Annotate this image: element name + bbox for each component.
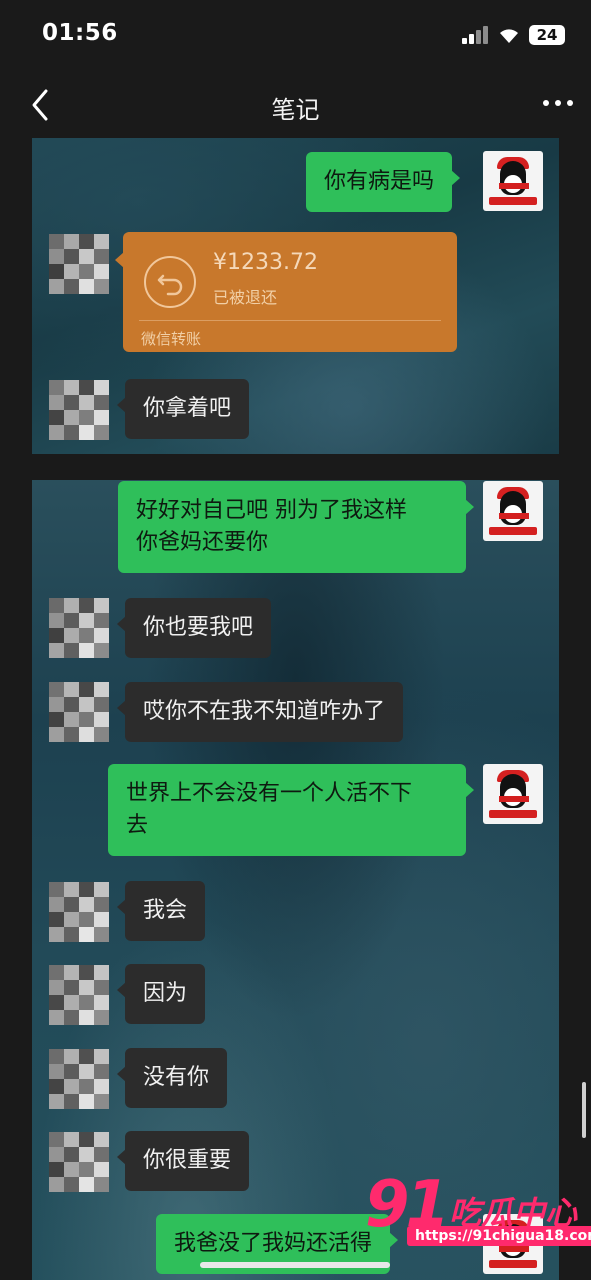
transfer-status: 已被退还	[213, 288, 278, 307]
message-bubble-received: 你很重要	[116, 1131, 250, 1191]
message-bubble-received: 你拿着吧	[116, 379, 250, 439]
contact-avatar[interactable]	[49, 380, 109, 440]
transfer-amount: ¥1233.72	[213, 250, 318, 275]
message-bubble-received: 哎你不在我不知道咋办了	[116, 682, 404, 742]
signal-icon	[462, 26, 490, 44]
contact-avatar[interactable]	[49, 234, 109, 294]
message-bubble-received: 因为	[116, 964, 206, 1024]
transfer-card[interactable]: ¥1233.72 已被退还 微信转账	[115, 232, 457, 352]
contact-avatar[interactable]	[49, 682, 109, 742]
page-title: 笔记	[271, 96, 320, 124]
message-bubble-received: 我会	[116, 881, 206, 941]
chat-screenshot-2	[32, 480, 559, 1280]
message-bubble-sent: 你有病是吗	[306, 152, 461, 212]
contact-avatar[interactable]	[49, 882, 109, 942]
contact-avatar[interactable]	[49, 965, 109, 1025]
self-avatar[interactable]	[483, 151, 543, 211]
watermark-logo: 91 吃瓜中心 https://91chigua18.com	[365, 1168, 591, 1278]
home-indicator[interactable]	[200, 1262, 390, 1268]
message-bubble-received: 你也要我吧	[116, 598, 272, 658]
scrollbar[interactable]	[582, 1082, 586, 1138]
divider	[139, 320, 441, 321]
battery-icon: 24	[529, 25, 565, 45]
transfer-label: 微信转账	[141, 330, 202, 348]
more-icon[interactable]	[543, 98, 575, 110]
self-avatar[interactable]	[483, 481, 543, 541]
message-bubble-sent: 好好对自己吧 别为了我这样 你爸妈还要你	[118, 481, 474, 573]
contact-avatar[interactable]	[49, 1132, 109, 1192]
message-bubble-sent: 世界上不会没有一个人活不下 去	[108, 764, 474, 856]
status-bar: 01:56 24	[0, 0, 591, 70]
watermark-url: https://91chigua18.com	[407, 1226, 591, 1246]
wifi-icon	[497, 25, 521, 45]
message-bubble-received: 没有你	[116, 1048, 228, 1108]
self-avatar[interactable]	[483, 764, 543, 824]
nav-bar: 笔记	[0, 70, 591, 138]
contact-avatar[interactable]	[49, 1049, 109, 1109]
contact-avatar[interactable]	[49, 598, 109, 658]
refund-icon	[144, 256, 196, 308]
status-time: 01:56	[42, 20, 118, 46]
